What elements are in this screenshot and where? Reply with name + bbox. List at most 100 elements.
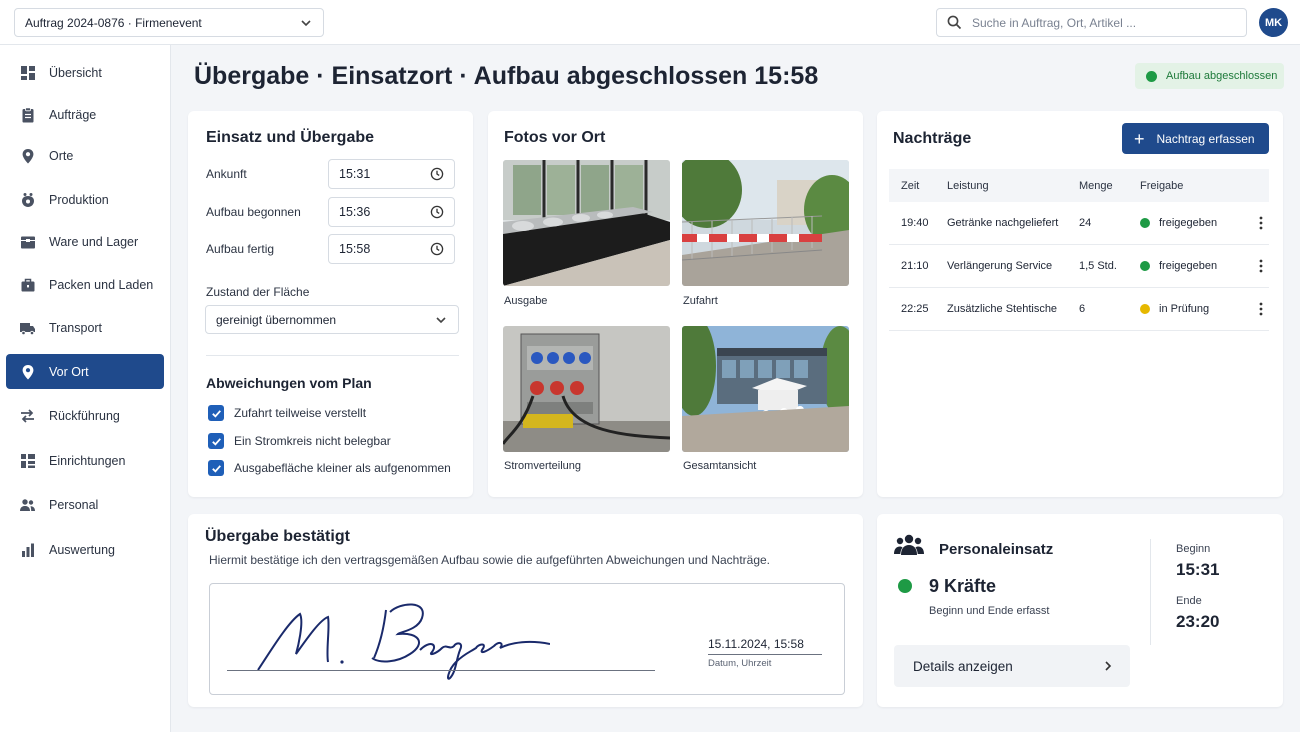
chevron-right-icon — [1105, 661, 1112, 671]
aufbau-begonnen-label: Aufbau begonnen — [206, 205, 301, 219]
sidebar-item-produktion[interactable]: Produktion — [6, 182, 164, 217]
sidebar-item-auswertung[interactable]: Auswertung — [6, 532, 164, 567]
sidebar-item-orte[interactable]: Orte — [6, 138, 164, 173]
personal-card: Personaleinsatz 9 Kräfte Beginn und Ende… — [877, 514, 1283, 707]
einsatz-card: Einsatz und Übergabe Ankunft 15:31 Aufba… — [188, 111, 473, 497]
sidebar-item-vor-ort[interactable]: Vor Ort — [6, 354, 164, 389]
abweichung-item[interactable]: Zufahrt teilweise verstellt — [208, 405, 366, 421]
add-nachtrag-button[interactable]: + Nachtrag erfassen — [1122, 123, 1269, 154]
abweichung-item[interactable]: Ausgabefläche kleiner als aufgenommen — [208, 460, 451, 476]
clock-icon[interactable] — [430, 205, 444, 219]
ende-value: 23:20 — [1176, 612, 1220, 631]
table-row[interactable]: 19:40 Getränke nachgeliefert 24 freigege… — [889, 202, 1269, 245]
details-button-label: Details anzeigen — [913, 658, 1013, 674]
photo-zufahrt[interactable] — [682, 160, 849, 286]
sidebar-item-personal[interactable]: Personal — [6, 487, 164, 522]
aufbau-fertig-input[interactable]: 15:58 — [328, 234, 455, 264]
cell-leistung: Zusätzliche Stehtische — [947, 303, 1058, 315]
checkbox-checked-icon[interactable] — [208, 405, 224, 421]
status-dot-icon — [1140, 304, 1150, 314]
truck-icon — [19, 319, 36, 336]
nachtraege-card: Nachträge + Nachtrag erfassen Zeit Leist… — [877, 111, 1283, 497]
cell-freigabe: in Prüfung — [1140, 303, 1252, 315]
abweichung-item[interactable]: Ein Stromkreis nicht belegbar — [208, 433, 391, 449]
more-vertical-icon[interactable] — [1252, 259, 1269, 273]
photo-caption: Ausgabe — [504, 295, 548, 307]
sidebar-item-label: Auswertung — [49, 542, 116, 557]
cell-menge: 6 — [1079, 303, 1086, 315]
status-badge: Aufbau abgeschlossen — [1135, 63, 1284, 89]
signature-date-label: Datum, Uhrzeit — [708, 658, 772, 669]
column-header[interactable]: Leistung — [947, 180, 1079, 192]
aufbau-fertig-value: 15:58 — [339, 242, 371, 256]
abweichung-label: Zufahrt teilweise verstellt — [234, 406, 367, 420]
fotos-card: Fotos vor Ort Ausgabe Zufahrt Stromverte… — [488, 111, 863, 497]
aufbau-fertig-label: Aufbau fertig — [206, 242, 275, 256]
location-pin-icon — [19, 363, 36, 380]
sidebar-item-transport[interactable]: Transport — [6, 310, 164, 345]
einsatz-card-title: Einsatz und Übergabe — [206, 129, 375, 146]
people-icon — [19, 496, 36, 513]
plus-icon: + — [1134, 128, 1145, 149]
checkbox-checked-icon[interactable] — [208, 460, 224, 476]
zustand-label: Zustand der Fläche — [206, 285, 310, 299]
checkbox-checked-icon[interactable] — [208, 433, 224, 449]
photo-stromverteilung[interactable] — [503, 326, 670, 452]
sidebar: Übersicht Aufträge Orte Produktion Ware … — [0, 45, 171, 732]
search-box[interactable] — [936, 8, 1247, 37]
zustand-select[interactable]: gereinigt übernommen — [205, 305, 459, 334]
status-badge-label: Aufbau abgeschlossen — [1166, 70, 1278, 82]
photo-gesamtansicht[interactable] — [682, 326, 849, 452]
sidebar-item-auftraege[interactable]: Aufträge — [6, 97, 164, 132]
sidebar-item-rueckfuehrung[interactable]: Rückführung — [6, 398, 164, 433]
sidebar-item-label: Personal — [49, 497, 99, 512]
cell-freigabe: freigegeben — [1140, 260, 1252, 272]
cell-leistung: Getränke nachgeliefert — [947, 217, 1059, 229]
avatar[interactable]: MK — [1259, 8, 1288, 37]
ankunft-input[interactable]: 15:31 — [328, 159, 455, 189]
column-header[interactable]: Zeit — [889, 180, 947, 192]
table-row[interactable]: 22:25 Zusätzliche Stehtische 6 in Prüfun… — [889, 288, 1269, 331]
ankunft-value: 15:31 — [339, 167, 371, 181]
top-bar: Auftrag 2024-0876 · Firmenevent MK — [0, 0, 1300, 45]
photo-ausgabe[interactable] — [503, 160, 670, 286]
sidebar-item-ware-und-lager[interactable]: Ware und Lager — [6, 224, 164, 259]
status-dot-icon — [1140, 261, 1150, 271]
search-input[interactable] — [972, 15, 1232, 30]
zustand-value: gereinigt übernommen — [216, 312, 337, 327]
column-header[interactable]: Freigabe — [1140, 180, 1252, 192]
swap-icon — [19, 407, 36, 424]
sidebar-item-label: Ware und Lager — [49, 234, 139, 249]
photo-caption: Stromverteilung — [504, 460, 582, 472]
sidebar-item-packen-und-laden[interactable]: Packen und Laden — [6, 267, 164, 302]
people-icon — [894, 534, 924, 555]
abweichung-label: Ein Stromkreis nicht belegbar — [234, 434, 391, 448]
clock-icon[interactable] — [430, 167, 444, 181]
clock-icon[interactable] — [430, 242, 444, 256]
sidebar-item-label: Übersicht — [49, 65, 102, 80]
more-vertical-icon[interactable] — [1252, 302, 1269, 316]
sidebar-item-label: Vor Ort — [49, 364, 89, 379]
order-select[interactable]: Auftrag 2024-0876 · Firmenevent — [14, 8, 324, 37]
search-icon — [947, 15, 962, 30]
signature-box[interactable]: 15.11.2024, 15:58 Datum, Uhrzeit — [209, 583, 845, 695]
sidebar-item-einrichtungen[interactable]: Einrichtungen — [6, 443, 164, 478]
status-dot-icon — [1140, 218, 1150, 228]
sidebar-item-label: Orte — [49, 148, 74, 163]
more-vertical-icon[interactable] — [1252, 216, 1269, 230]
staff-subtitle: Beginn und Ende erfasst — [929, 605, 1050, 617]
briefcase-icon — [19, 276, 36, 293]
location-pin-icon — [19, 147, 36, 164]
table-row[interactable]: 21:10 Verlängerung Service 1,5 Std. frei… — [889, 245, 1269, 288]
aufbau-begonnen-value: 15:36 — [339, 205, 371, 219]
abweichungen-title: Abweichungen vom Plan — [206, 375, 372, 391]
signature-date: 15.11.2024, 15:58 — [708, 637, 804, 651]
column-header[interactable]: Menge — [1079, 180, 1140, 192]
grid-icon — [19, 64, 36, 81]
aufbau-begonnen-input[interactable]: 15:36 — [328, 197, 455, 227]
sidebar-item-uebersicht[interactable]: Übersicht — [6, 55, 164, 90]
freigabe-label: freigegeben — [1159, 260, 1218, 272]
details-button[interactable]: Details anzeigen — [894, 645, 1130, 687]
sidebar-item-label: Transport — [49, 320, 103, 335]
sidebar-item-label: Produktion — [49, 192, 109, 207]
